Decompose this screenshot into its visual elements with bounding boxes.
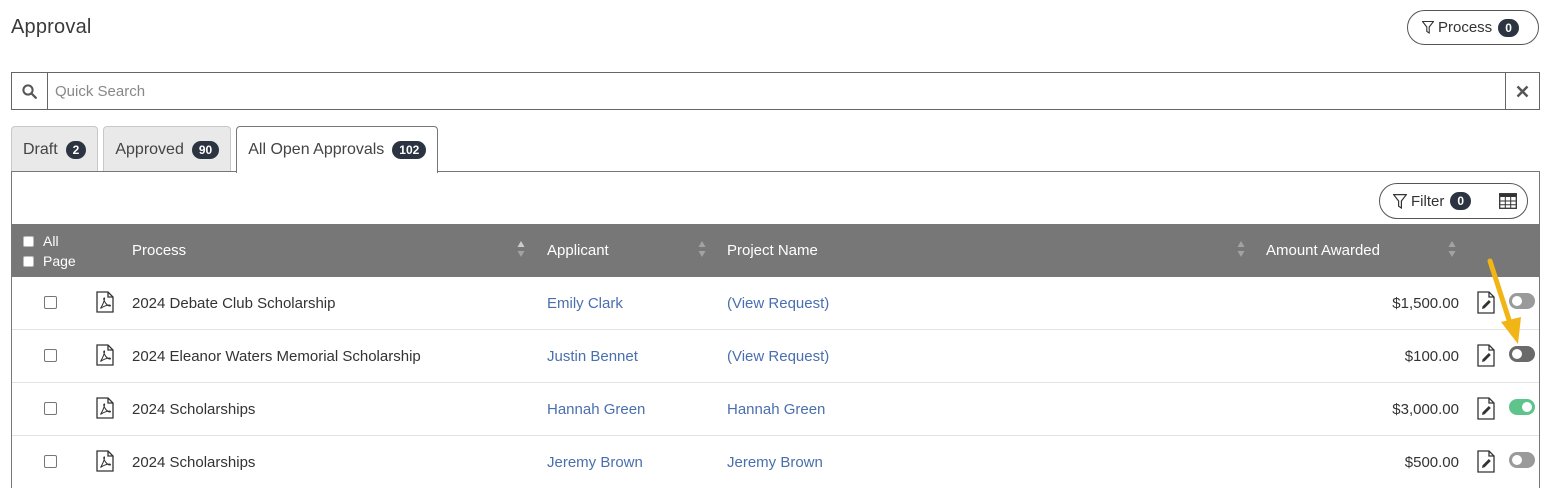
filter-button-label: Filter — [1411, 192, 1445, 210]
search-icon — [22, 83, 37, 99]
checkbox-box — [23, 235, 34, 247]
pdf-icon[interactable] — [96, 291, 114, 313]
checkbox-box — [23, 255, 34, 267]
filter-count-badge: 0 — [1450, 192, 1472, 210]
process-count-badge: 0 — [1498, 18, 1519, 37]
column-label: Applicant — [547, 242, 609, 259]
tab-all-open-approvals[interactable]: All Open Approvals 102 — [236, 126, 439, 173]
column-header-amount-awarded[interactable]: Amount Awarded — [1266, 224, 1380, 277]
tab-label: All Open Approvals — [248, 141, 385, 158]
process-button-label: Process — [1438, 19, 1493, 36]
approval-tabs: Draft 2 Approved 90 All Open Approvals 1… — [11, 126, 443, 173]
select-all-checkbox[interactable]: All — [23, 231, 76, 251]
process-name: 2024 Scholarships — [132, 453, 256, 471]
tab-label: Draft — [23, 140, 58, 158]
applicant-link[interactable]: Emily Clark — [547, 277, 623, 329]
project-link[interactable]: (View Request) — [727, 277, 829, 329]
table-row: 2024 Scholarships Jeremy Brown Jeremy Br… — [12, 436, 1539, 488]
amount-awarded: $500.00 — [1404, 453, 1459, 471]
page-title: Approval — [11, 16, 92, 38]
tab-count-badge: 102 — [392, 141, 427, 159]
column-label: Process — [132, 242, 187, 259]
funnel-icon — [1422, 21, 1434, 34]
table-header: All Page Process Applicant Project Name … — [12, 224, 1539, 277]
pdf-icon[interactable] — [96, 450, 114, 472]
select-page-checkbox[interactable]: Page — [23, 251, 76, 271]
pdf-icon[interactable] — [96, 344, 114, 366]
pdf-icon[interactable] — [96, 397, 114, 419]
tab-count-badge: 90 — [191, 140, 220, 159]
column-header-project-name[interactable]: Project Name — [727, 224, 818, 277]
applicant-link[interactable]: Justin Bennet — [547, 330, 638, 382]
project-link[interactable]: Hannah Green — [727, 383, 825, 435]
table-row: 2024 Scholarships Hannah Green Hannah Gr… — [12, 383, 1539, 436]
annotation-arrow-icon — [1487, 258, 1521, 344]
edit-document-icon[interactable] — [1477, 450, 1495, 473]
amount-awarded: $100.00 — [1404, 347, 1459, 365]
column-label: Amount Awarded — [1266, 242, 1380, 259]
toggle-knob — [1512, 349, 1522, 359]
amount-awarded: $1,500.00 — [1392, 294, 1459, 312]
select-all-label: All — [43, 233, 59, 249]
toggle-knob — [1522, 402, 1532, 412]
approval-toggle[interactable] — [1509, 346, 1535, 362]
filter-button[interactable]: Filter 0 — [1379, 183, 1528, 219]
sort-icon[interactable] — [1237, 240, 1245, 258]
select-page-label: Page — [43, 253, 76, 269]
column-header-process[interactable]: Process — [132, 224, 186, 277]
approval-toggle[interactable] — [1509, 399, 1535, 415]
amount-awarded: $3,000.00 — [1392, 400, 1459, 418]
column-label: Project Name — [727, 242, 818, 259]
row-checkbox[interactable] — [44, 296, 57, 309]
tab-draft[interactable]: Draft 2 — [11, 126, 99, 172]
tab-approved[interactable]: Approved 90 — [103, 126, 232, 172]
select-all-page: All Page — [23, 231, 76, 271]
tab-count-badge: 2 — [65, 140, 87, 159]
funnel-icon — [1393, 193, 1407, 209]
table-row: 2024 Eleanor Waters Memorial Scholarship… — [12, 330, 1539, 383]
table-grid-icon[interactable] — [1499, 193, 1517, 209]
approval-toggle[interactable] — [1509, 452, 1535, 468]
applicant-link[interactable]: Hannah Green — [547, 383, 645, 435]
quick-search-bar — [11, 72, 1540, 110]
search-icon-box — [12, 73, 48, 109]
project-link[interactable]: Jeremy Brown — [727, 436, 823, 488]
row-checkbox[interactable] — [44, 455, 57, 468]
column-header-applicant[interactable]: Applicant — [547, 224, 609, 277]
row-checkbox[interactable] — [44, 349, 57, 362]
edit-document-icon[interactable] — [1477, 397, 1495, 420]
approvals-panel: Filter 0 All Page Process Applicant Proj… — [11, 171, 1540, 488]
process-filter-button[interactable]: Process 0 — [1407, 10, 1539, 45]
applicant-link[interactable]: Jeremy Brown — [547, 436, 643, 488]
process-name: 2024 Debate Club Scholarship — [132, 294, 336, 312]
clear-search-button[interactable] — [1505, 73, 1539, 109]
project-link[interactable]: (View Request) — [727, 330, 829, 382]
sort-icon[interactable] — [517, 240, 525, 258]
sort-icon[interactable] — [698, 240, 706, 258]
sort-icon[interactable] — [1448, 240, 1456, 258]
process-name: 2024 Scholarships — [132, 400, 256, 418]
row-checkbox[interactable] — [44, 402, 57, 415]
tab-label: Approved — [115, 140, 184, 158]
process-name: 2024 Eleanor Waters Memorial Scholarship — [132, 347, 421, 365]
close-icon — [1516, 85, 1529, 97]
toggle-knob — [1512, 455, 1522, 465]
table-row: 2024 Debate Club Scholarship Emily Clark… — [12, 277, 1539, 330]
search-input[interactable] — [48, 73, 1505, 109]
